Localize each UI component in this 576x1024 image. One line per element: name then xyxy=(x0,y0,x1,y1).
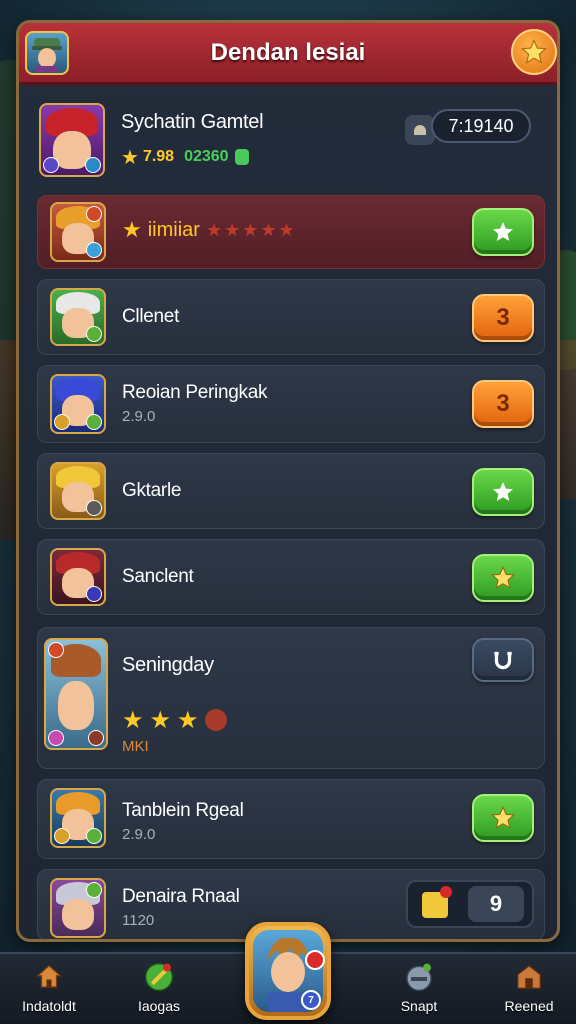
nav-item-snapt[interactable]: Snapt xyxy=(374,960,464,1022)
badge-icon xyxy=(86,586,102,602)
star-icon: ★ xyxy=(121,145,139,169)
avatar xyxy=(50,462,106,520)
star-button[interactable] xyxy=(472,554,534,602)
row-name: iimiiar xyxy=(147,219,200,241)
avatar xyxy=(50,788,106,848)
badge-icon xyxy=(48,730,64,746)
gems-value: 02360 xyxy=(184,148,229,165)
badge-icon xyxy=(43,157,59,173)
star-button[interactable] xyxy=(472,208,534,256)
badge-icon xyxy=(86,414,102,430)
top-player-name: Sychatin Gamtel xyxy=(121,111,264,133)
resource-box: 9 xyxy=(406,880,534,928)
row-name: Cllenet xyxy=(122,306,180,327)
list-item[interactable]: Gktarle xyxy=(37,453,545,529)
avatar xyxy=(44,638,108,750)
row-name: Tanblein Rgeal xyxy=(122,800,244,821)
nav-label: Snapt xyxy=(400,998,438,1014)
hero-button[interactable]: 7 xyxy=(245,922,331,1020)
list-item[interactable]: Tanblein Rgeal 2.9.0 xyxy=(37,779,545,859)
avatar xyxy=(50,374,106,434)
nav-item-home[interactable]: Indatoldt xyxy=(4,960,94,1022)
rating-stars: ★ ★ ★ xyxy=(122,706,227,734)
avatar xyxy=(50,548,106,606)
star-icon: ★ xyxy=(122,218,142,243)
badge-icon xyxy=(86,242,102,258)
row-name: Seningday xyxy=(122,654,214,676)
notification-icon xyxy=(440,886,452,898)
page-title: Dendan lesiai xyxy=(210,38,366,66)
leaderboard-panel: Dendan lesiai Sychatin Gamtel ★ 7.98 023… xyxy=(16,20,560,942)
list-item[interactable]: Sanclent xyxy=(37,539,545,615)
nav-label: Reened xyxy=(504,998,554,1014)
castle-icon xyxy=(511,960,547,994)
gold-value: 7.98 xyxy=(142,148,175,165)
nav-item-quests[interactable]: Iaogas xyxy=(114,960,204,1022)
hero-badge: 7 xyxy=(301,990,321,1010)
badge-icon xyxy=(54,414,70,430)
row-sub: 2.9.0 xyxy=(122,408,156,425)
timer: 7:19140 xyxy=(431,109,531,143)
rank-button[interactable]: 3 xyxy=(472,380,534,428)
list-item[interactable]: Reoian Peringkak 2.9.0 3 xyxy=(37,365,545,443)
refresh-button[interactable] xyxy=(472,638,534,682)
list-item[interactable]: ★ iimiiar ★★★★★ xyxy=(37,195,545,269)
player-avatar-icon[interactable] xyxy=(25,31,69,75)
avatar xyxy=(39,103,105,177)
sword-icon xyxy=(141,960,177,994)
star-icon[interactable] xyxy=(511,29,557,75)
nav-label: Iaogas xyxy=(137,998,181,1014)
rating-stars: ★★★★★ xyxy=(205,220,297,241)
badge-icon xyxy=(48,642,64,658)
badge-icon xyxy=(86,206,102,222)
star-button[interactable] xyxy=(472,468,534,516)
badge-icon xyxy=(54,828,70,844)
notification-icon xyxy=(305,950,325,970)
gem-icon xyxy=(234,149,249,165)
helmet-icon xyxy=(401,960,437,994)
row-name: Denaira Rnaal xyxy=(122,886,240,907)
avatar xyxy=(50,878,106,938)
panel-header: Dendan lesiai xyxy=(19,23,557,85)
row-sub: 2.9.0 xyxy=(122,826,156,843)
row-name: Reoian Peringkak xyxy=(122,382,268,403)
badge-icon xyxy=(86,500,102,516)
badge-icon xyxy=(88,730,104,746)
row-name: Sanclent xyxy=(122,566,194,587)
avatar xyxy=(50,288,106,346)
badge-icon xyxy=(86,882,102,898)
row-name: Gktarle xyxy=(122,480,182,501)
rank-button[interactable]: 3 xyxy=(472,294,534,342)
avatar xyxy=(50,202,106,262)
top-player-row[interactable]: Sychatin Gamtel ★ 7.98 02360 7:19140 xyxy=(37,99,545,185)
row-sub: 1120 xyxy=(122,912,155,929)
home-icon xyxy=(31,960,67,994)
count-button[interactable]: 9 xyxy=(468,886,524,922)
nav-item-castle[interactable]: Reened xyxy=(484,960,574,1022)
list-item[interactable]: Seningday ★ ★ ★ MKI xyxy=(37,627,545,769)
list-item[interactable]: Cllenet 3 xyxy=(37,279,545,355)
badge-icon xyxy=(85,157,101,173)
badge-icon xyxy=(86,326,102,342)
star-button[interactable] xyxy=(472,794,534,842)
badge-icon xyxy=(86,828,102,844)
row-sub: MKI xyxy=(122,738,149,755)
nav-label: Indatoldt xyxy=(22,998,76,1014)
